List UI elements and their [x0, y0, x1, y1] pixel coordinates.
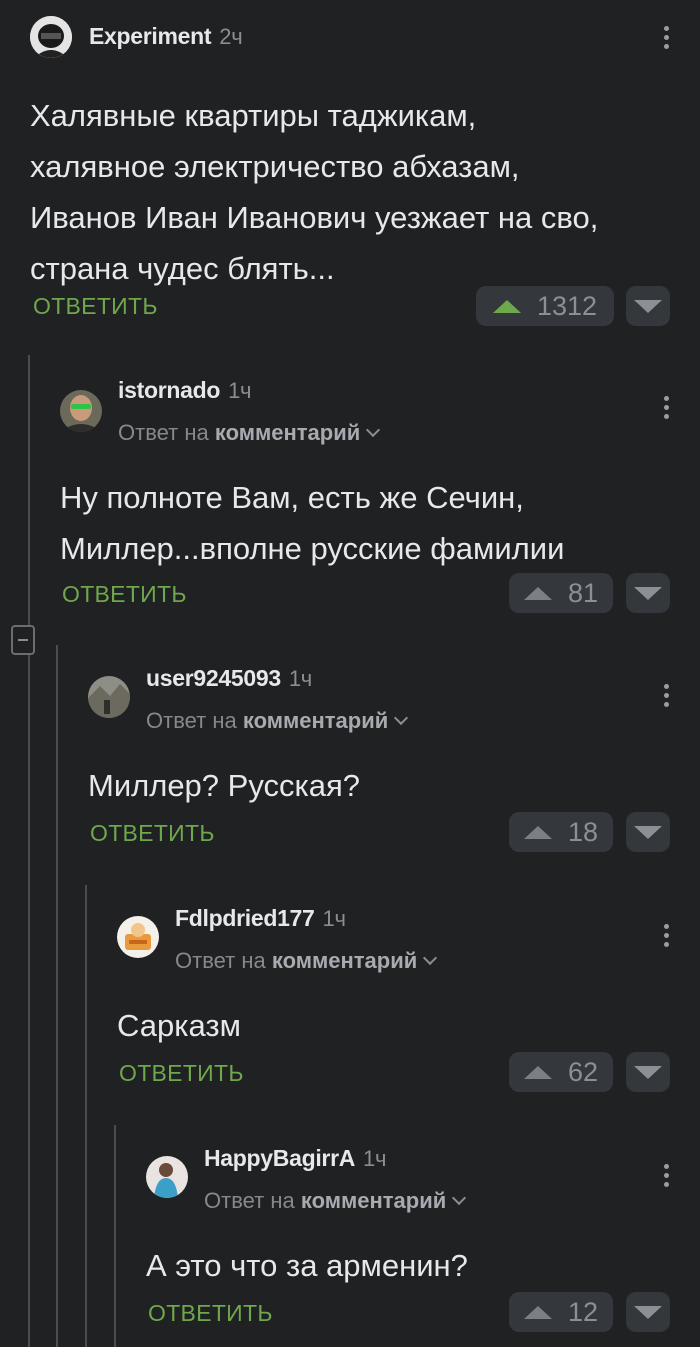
- username-text[interactable]: Experiment: [89, 23, 212, 49]
- chevron-down-icon[interactable]: [394, 710, 409, 726]
- downvote-button[interactable]: [626, 1292, 670, 1332]
- reply-to-link[interactable]: Ответ на комментарий: [146, 708, 409, 734]
- upvote-icon: [492, 299, 521, 313]
- reply-to-prefix: Ответ на: [146, 708, 237, 733]
- upvote-icon: [523, 1305, 552, 1319]
- chevron-down-icon[interactable]: [423, 950, 438, 966]
- vote-count: 18: [567, 816, 599, 847]
- cartoon-avatar[interactable]: [117, 916, 159, 958]
- comment-line: Миллер? Русская?: [88, 768, 360, 803]
- downvote-button[interactable]: [626, 573, 670, 613]
- downvote-icon: [634, 299, 662, 313]
- timestamp: 2ч: [219, 24, 243, 49]
- helmet-avatar[interactable]: [30, 16, 72, 58]
- woman-avatar[interactable]: [146, 1156, 188, 1198]
- upvote-icon: [523, 1065, 552, 1079]
- vote-count: 81: [567, 577, 599, 608]
- reply-button[interactable]: ОТВЕТИТЬ: [33, 293, 158, 320]
- downvote-icon: [634, 1305, 662, 1319]
- downvote-icon: [634, 825, 662, 839]
- upvote-button[interactable]: 1312: [476, 286, 614, 326]
- comment-text: Ну полноте Вам, есть же Сечин, Миллер...…: [60, 472, 690, 574]
- username[interactable]: Experiment 2ч: [89, 23, 243, 50]
- upvote-button[interactable]: 81: [509, 573, 613, 613]
- reply-button[interactable]: ОТВЕТИТЬ: [148, 1300, 273, 1327]
- upvote-icon: [523, 586, 552, 600]
- username-text[interactable]: istornado: [118, 377, 220, 403]
- downvote-icon: [634, 586, 662, 600]
- reply-to-prefix: Ответ на: [175, 948, 266, 973]
- chevron-down-icon[interactable]: [366, 422, 381, 438]
- reply-button[interactable]: ОТВЕТИТЬ: [90, 820, 215, 847]
- username[interactable]: istornado 1ч: [118, 377, 252, 404]
- comment-line: Иванов Иван Иванович уезжает на сво,: [30, 200, 599, 235]
- timestamp: 1ч: [363, 1146, 387, 1171]
- more-options-icon[interactable]: [664, 26, 670, 53]
- comment: istornado 1ч Ответ на комментарий Ну полн…: [0, 370, 700, 630]
- reply-to-link[interactable]: Ответ на комментарий: [204, 1188, 467, 1214]
- man-sunglasses-avatar[interactable]: [60, 390, 102, 432]
- username[interactable]: HappyBagirrA 1ч: [204, 1145, 386, 1172]
- downvote-button[interactable]: [626, 1052, 670, 1092]
- comment-text: Сарказм: [117, 1000, 687, 1051]
- vote-count: 1312: [536, 290, 598, 321]
- upvote-button[interactable]: 12: [509, 1292, 613, 1332]
- username[interactable]: Fdlpdried177 1ч: [175, 905, 346, 932]
- comment: Experiment 2ч Халявные квартиры таджикам,…: [0, 0, 700, 340]
- username[interactable]: user9245093 1ч: [146, 665, 312, 692]
- reply-to-link[interactable]: Ответ на комментарий: [175, 948, 438, 974]
- username-text[interactable]: Fdlpdried177: [175, 905, 315, 931]
- comment: HappyBagirrA 1ч Ответ на комментарий А эт…: [0, 1138, 700, 1347]
- more-options-icon[interactable]: [664, 396, 670, 423]
- reply-to-prefix: Ответ на: [118, 420, 209, 445]
- timestamp: 1ч: [322, 906, 346, 931]
- downvote-icon: [634, 1065, 662, 1079]
- downvote-button[interactable]: [626, 812, 670, 852]
- reply-to-prefix: Ответ на: [204, 1188, 295, 1213]
- comment-line: халявное электричество абхазам,: [30, 149, 520, 184]
- upvote-button[interactable]: 62: [509, 1052, 613, 1092]
- reply-to-link[interactable]: Ответ на комментарий: [118, 420, 381, 446]
- reply-button[interactable]: ОТВЕТИТЬ: [62, 581, 187, 608]
- reply-button[interactable]: ОТВЕТИТЬ: [119, 1060, 244, 1087]
- vote-count: 12: [567, 1296, 599, 1327]
- comment-text: А это что за арменин?: [146, 1240, 686, 1291]
- upvote-icon: [523, 825, 552, 839]
- comment-text: Миллер? Русская?: [88, 760, 688, 811]
- comment-line: Миллер...вполне русские фамилии: [60, 531, 565, 566]
- timestamp: 1ч: [228, 378, 252, 403]
- upvote-button[interactable]: 18: [509, 812, 613, 852]
- landscape-avatar[interactable]: [88, 676, 130, 718]
- comment-line: Сарказм: [117, 1008, 241, 1043]
- comment-line: Халявные квартиры таджикам,: [30, 98, 477, 133]
- more-options-icon[interactable]: [664, 924, 670, 951]
- comment-line: Ну полноте Вам, есть же Сечин,: [60, 480, 524, 515]
- downvote-button[interactable]: [626, 286, 670, 326]
- reply-to-target[interactable]: комментарий: [215, 420, 360, 445]
- comment-line: А это что за арменин?: [146, 1248, 468, 1283]
- chevron-down-icon[interactable]: [452, 1190, 467, 1206]
- reply-to-target[interactable]: комментарий: [243, 708, 388, 733]
- timestamp: 1ч: [288, 666, 312, 691]
- more-options-icon[interactable]: [664, 1164, 670, 1191]
- reply-to-target[interactable]: комментарий: [272, 948, 417, 973]
- comment: user9245093 1ч Ответ на комментарий Милле…: [0, 658, 700, 868]
- more-options-icon[interactable]: [664, 684, 670, 711]
- comment: Fdlpdried177 1ч Ответ на комментарий Сарк…: [0, 898, 700, 1108]
- username-text[interactable]: HappyBagirrA: [204, 1145, 355, 1171]
- vote-count: 62: [567, 1056, 599, 1087]
- username-text[interactable]: user9245093: [146, 665, 281, 691]
- reply-to-target[interactable]: комментарий: [301, 1188, 446, 1213]
- comment-text: Халявные квартиры таджикам, халявное эле…: [30, 90, 690, 294]
